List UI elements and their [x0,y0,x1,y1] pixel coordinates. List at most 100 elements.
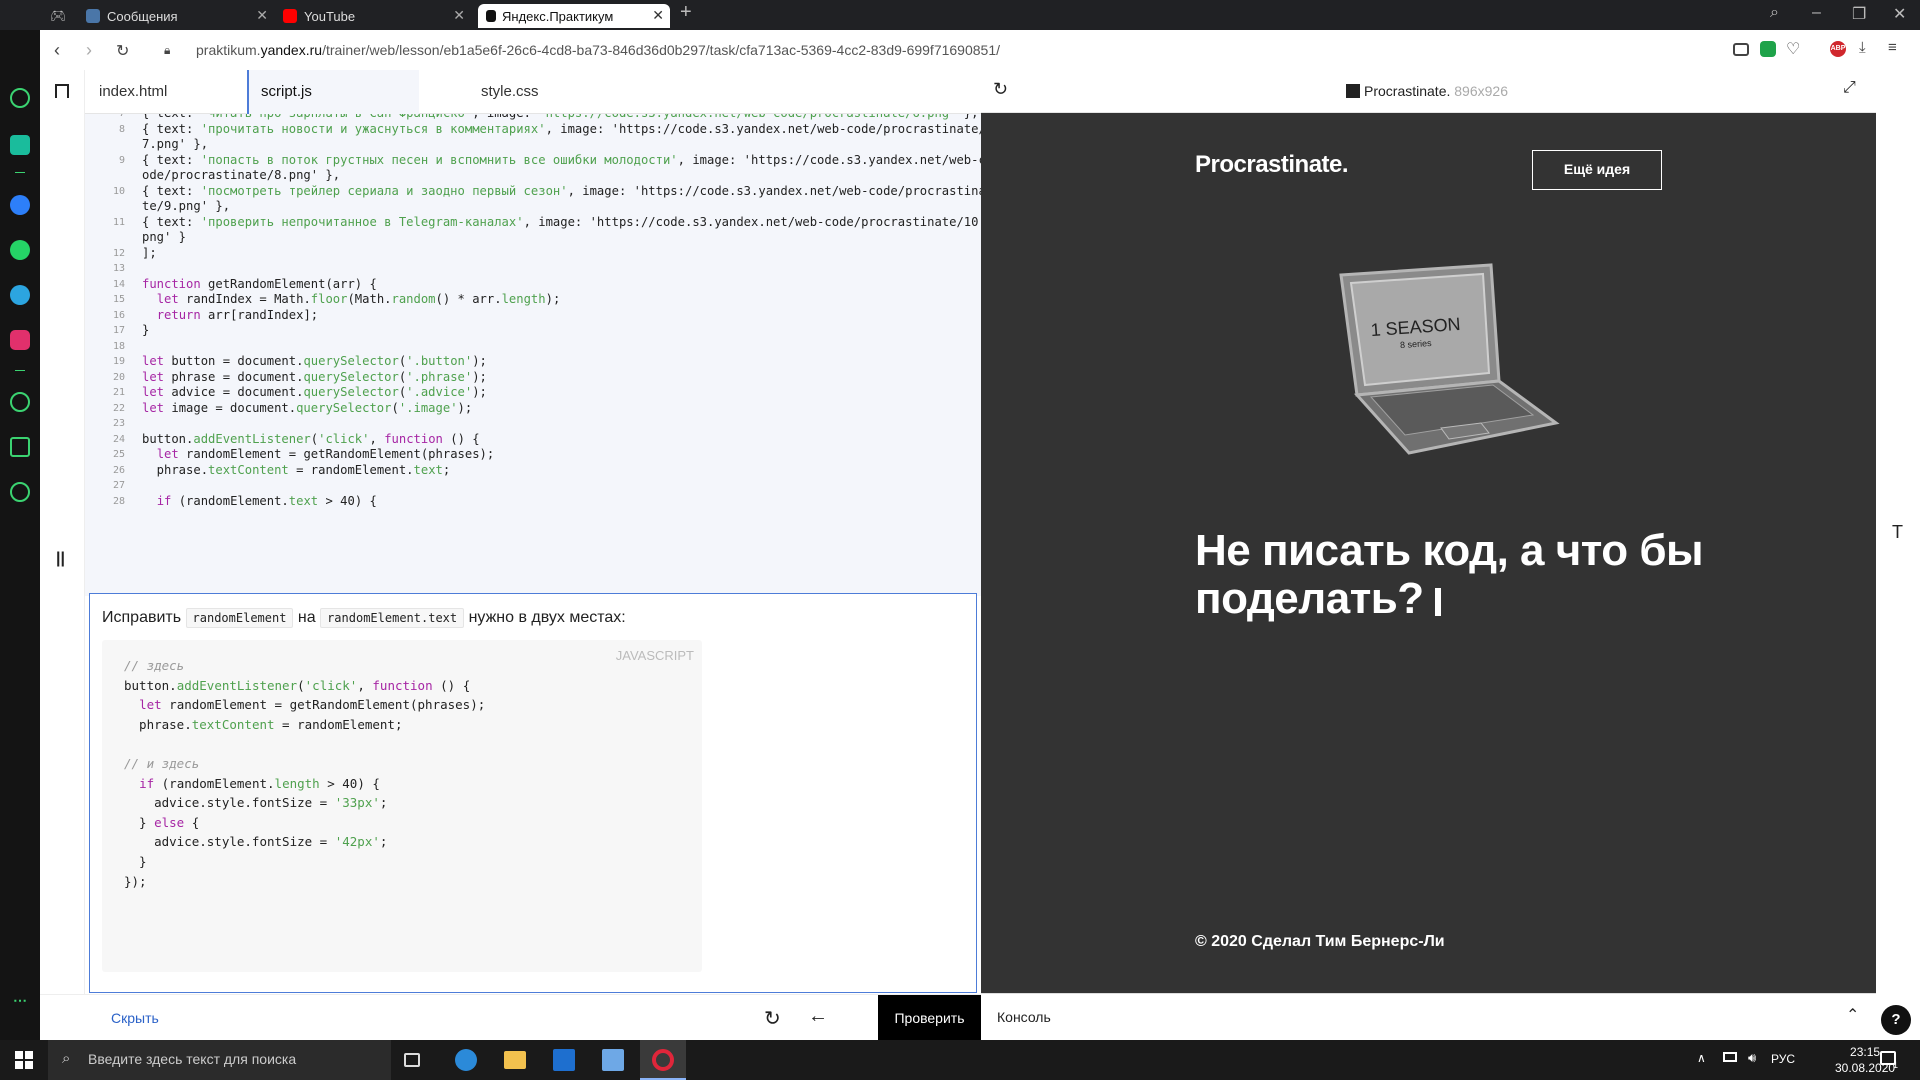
close-tab-icon[interactable]: ✕ [256,7,268,24]
reload-icon[interactable]: ↻ [116,41,129,61]
code-line[interactable]: 11 { text: 'проверить непрочитанное в Tel… [85,215,981,231]
code-line[interactable]: 15 let randIndex = Math.floor(Math.rando… [85,292,981,308]
help-button[interactable]: ? [1881,1005,1911,1035]
forward-icon[interactable]: › [86,40,92,61]
check-button[interactable]: Проверить [878,995,981,1041]
close-tab-icon[interactable]: ✕ [453,7,465,24]
new-tab-plus-icon[interactable]: + [680,1,692,24]
task-view-icon[interactable] [404,1053,420,1067]
instagram-icon[interactable] [10,330,30,350]
restore-icon[interactable]: ❐ [1852,4,1866,24]
arrow-left-icon[interactable]: ← [808,1005,828,1028]
telegram-icon[interactable] [10,285,30,305]
edge-icon[interactable] [455,1049,477,1071]
tray-chevron-icon[interactable]: ∧ [1697,1051,1706,1065]
file-explorer-icon[interactable] [504,1051,526,1069]
console-bar[interactable]: Консоль ⌃ [981,993,1876,1040]
editor-bottom-bar: Скрыть ↻ ← Проверить [40,994,981,1041]
tab-messages[interactable]: Сообщения ✕ [84,4,274,28]
code-line[interactable]: 16 return arr[randIndex]; [85,308,981,324]
code-line[interactable]: png' } [85,230,981,246]
url-field[interactable]: praktikum.yandex.ru/trainer/web/lesson/e… [196,42,1000,58]
reset-icon[interactable]: ↻ [764,1006,781,1031]
line-number: 21 [112,387,125,398]
adblock-icon[interactable]: ABP [1830,41,1846,57]
twitch-icon[interactable] [10,135,30,155]
code-line[interactable]: 28 if (randomElement.text > 40) { [85,494,981,510]
code-line[interactable]: 14 function getRandomElement(arr) { [85,277,981,293]
code-editor[interactable]: 7 { text: 'читать про зарплаты в Сан-Фран… [85,114,981,596]
speed-dial-icon[interactable] [10,88,30,108]
code-line[interactable]: 23 [85,416,981,432]
whatsapp-icon[interactable] [10,240,30,260]
store-icon[interactable] [553,1049,575,1071]
code-line[interactable]: 20 let phrase = document.querySelector('.… [85,370,981,386]
code-line[interactable]: 12]; [85,246,981,262]
code-line[interactable]: 8 { text: 'прочитать новости и ужаснуться… [85,122,981,138]
fullscreen-icon[interactable]: ⤢ [1843,79,1856,97]
hide-hint-link[interactable]: Скрыть [111,1010,159,1026]
file-tab-script[interactable]: script.js [247,70,419,114]
history-icon[interactable] [10,392,30,412]
back-icon[interactable]: ‹ [54,40,60,61]
taskbar-search[interactable]: ⌕ Введите здесь текст для поиска [48,1040,391,1080]
more-options-icon[interactable]: ⋯ [10,990,30,1010]
windows-start-icon[interactable] [15,1051,33,1069]
code-line[interactable]: 7.png' }, [85,137,981,153]
download-icon[interactable]: ⤓ [1859,39,1875,56]
code-line[interactable]: ode/procrastinate/8.png' }, [85,168,981,184]
file-tab-style[interactable]: style.css [481,70,539,114]
text-tool-icon[interactable]: T [1892,522,1903,543]
code-line[interactable]: 13 [85,261,981,277]
code-text: let phrase = document.querySelector('.ph… [142,369,487,384]
minimize-icon[interactable]: – [1812,4,1821,22]
another-idea-button[interactable]: Ещё идея [1532,150,1662,190]
tab-practicum[interactable]: Яндекс.Практикум ✕ [478,4,670,28]
notification-count: 1 [1893,1060,1899,1070]
code-line[interactable]: 10 { text: 'посмотреть трейлер сериала и … [85,184,981,200]
file-tab-index[interactable]: index.html [99,70,167,114]
code-line[interactable]: te/9.png' }, [85,199,981,215]
close-tab-icon[interactable]: ✕ [652,7,664,24]
code-text: let image = document.querySelector('.ima… [142,400,473,415]
code-line[interactable]: 24 button.addEventListener('click', funct… [85,432,981,448]
hint-panel: Исправить randomElement на randomElement… [89,593,977,993]
site-logo: Procrastinate. [1195,151,1349,178]
search-tabs-icon[interactable]: ⌕ [1770,4,1779,22]
pause-resize-icon[interactable]: || [56,550,65,568]
window-close-icon[interactable]: ✕ [1893,4,1906,24]
code-line[interactable]: 19 let button = document.querySelector('.… [85,354,981,370]
code-line[interactable]: 22 let image = document.querySelector('.i… [85,401,981,417]
app-icon[interactable] [602,1049,624,1071]
code-line[interactable]: 26 phrase.textContent = randomElement.te… [85,463,981,479]
code-text: { text: 'проверить непрочитанное в Teleg… [142,214,981,229]
browser-tab-bar: 🎮︎ Сообщения ✕ YouTube ✕ Яндекс.Практику… [0,0,1920,30]
input-language[interactable]: РУС [1771,1052,1795,1066]
code-line[interactable]: 21 let advice = document.querySelector('.… [85,385,981,401]
menu-icon[interactable]: ≡ [1888,39,1904,56]
camera-icon[interactable] [1733,43,1749,56]
chevron-up-icon[interactable]: ⌃ [1846,1005,1859,1025]
refresh-preview-icon[interactable]: ↻ [993,79,1008,100]
volume-icon[interactable]: 🔊︎ [1748,1050,1756,1066]
tab-youtube[interactable]: YouTube ✕ [281,4,471,28]
text-cursor [1435,588,1442,616]
settings-gear-icon[interactable] [10,482,30,502]
code-line[interactable]: 18 [85,339,981,355]
code-line[interactable]: 17} [85,323,981,339]
code-line[interactable]: 9 { text: 'попасть в поток грустных песен… [85,153,981,169]
hint-text: Исправить randomElement на randomElement… [102,608,626,628]
extensions-icon[interactable] [10,437,30,457]
vpn-shield-icon[interactable] [1760,41,1776,57]
opera-taskbar-item[interactable] [640,1040,686,1080]
code-line[interactable]: 27 [85,478,981,494]
tab-gamepad[interactable]: 🎮︎ [50,4,76,28]
heart-icon[interactable]: ♡ [1786,39,1802,58]
network-icon[interactable] [1723,1052,1737,1062]
file-tabs: index.html script.js style.css [85,70,981,114]
file-tree-icon[interactable] [55,84,69,98]
code-line[interactable]: 7 { text: 'читать про зарплаты в Сан-Фран… [85,114,981,122]
code-line[interactable]: 25 let randomElement = getRandomElement(… [85,447,981,463]
messenger-icon[interactable] [10,195,30,215]
code-text: let advice = document.querySelector('.ad… [142,385,487,399]
